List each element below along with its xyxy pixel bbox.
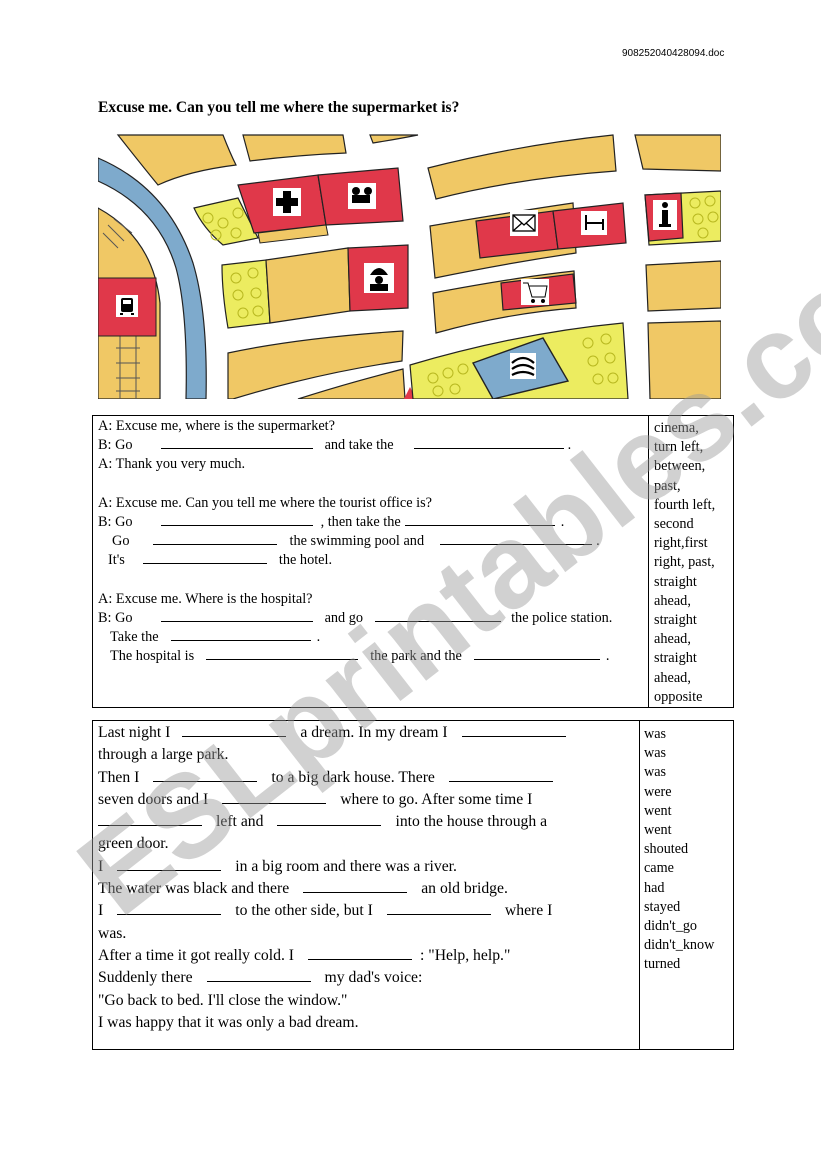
word-bank-item: straight [654,650,697,667]
word-bank-item: turned [644,956,681,973]
story-exercise-table: Last night Ia dream. In my dream I throu… [92,720,734,1050]
answer-blank[interactable] [170,628,311,642]
word-bank-item: was [644,726,667,742]
story-line: Suddenly there my dad's voice: [98,969,423,987]
word-bank-item: fourth left, [654,496,716,513]
answer-blank[interactable] [448,769,553,782]
word-bank-item: between, [654,458,706,475]
dialogue-line: The hospital is the park and the. [110,647,610,665]
story-line: Iin a big room and there was a river. [98,857,457,875]
answer-blank[interactable] [160,436,313,450]
answer-blank[interactable] [222,791,327,804]
word-bank-item: didn't_know [644,937,715,954]
answer-blank[interactable] [117,858,222,871]
dialogue-line: B: Go, then take the. [98,513,565,530]
story-line: "Go back to bed. I'll close the window." [98,991,348,1009]
story-line: The water was black and there an old brid… [98,880,508,898]
answer-blank[interactable] [160,513,313,526]
story-line: Then Ito a big dark house. There [98,767,639,789]
word-bank-item: right,first [654,535,708,552]
story-line: seven doors and Iwhere to go. After some… [98,790,533,808]
page-title: Excuse me. Can you tell me where the sup… [98,99,460,116]
story-line: After a time it got really cold. I: "Hel… [98,946,511,964]
answer-blank[interactable] [153,769,258,782]
directions-word-bank: cinema, turn left, between, past, fourth… [648,414,734,709]
word-bank-item: went [644,822,672,839]
dialogue-line: A: Excuse me. Where is the hospital? [98,590,313,607]
verb-word-bank: was was was were went went shouted came … [639,720,734,1050]
word-bank-item: turn left, [654,439,704,456]
answer-blank[interactable] [277,813,382,827]
dialogue-line: Go the swimming pool and. [112,532,600,550]
story-line: through a large park. [98,746,229,764]
story-line: Last night Ia dream. In my dream I [98,722,639,744]
word-bank-item: didn't_go [644,918,698,935]
word-bank-item: were [644,783,672,800]
answer-blank[interactable] [182,724,287,737]
word-bank-item: second [654,516,694,533]
story-line: Ito the other side, but Iwhere I [98,902,553,920]
answer-blank[interactable] [308,947,413,960]
word-bank-item: was [644,745,667,762]
word-bank-item: ahead, [654,631,691,648]
answer-blank[interactable] [440,532,593,546]
dialogue-line: A: Thank you very much. [98,456,246,473]
dialogue-line: B: Go and go the police station. [98,609,613,626]
answer-blank[interactable] [117,902,222,916]
word-bank-item: went [644,802,672,819]
dialogue-line: B: Go and take the. [98,436,572,454]
town-map [98,133,721,399]
word-bank-item: shouted [644,841,689,858]
dialogue-line: It's the hotel. [108,551,333,569]
dialogue-line: Take the. [110,628,321,646]
directions-exercise-table: A: Excuse me, where is the supermarket? … [92,414,734,709]
story-line: was. [98,924,127,942]
word-bank-item: came [644,860,674,877]
answer-blank[interactable] [153,532,278,546]
answer-blank[interactable] [413,436,564,450]
story-text-cell: Last night Ia dream. In my dream I throu… [92,720,640,1050]
directions-dialogue-cell: A: Excuse me, where is the supermarket? … [92,414,649,709]
answer-blank[interactable] [142,551,267,565]
word-bank-item: stayed [644,898,681,915]
story-line: green door. [98,835,169,853]
word-bank-item: right, past, [654,554,715,571]
answer-blank[interactable] [386,902,491,916]
dialogue-line: A: Excuse me, where is the supermarket? [98,418,336,434]
word-bank-item: opposite [654,688,703,705]
answer-blank[interactable] [404,513,555,526]
answer-blank[interactable] [98,813,202,827]
word-bank-item: had [644,879,665,896]
story-line: I was happy that it was only a bad dream… [98,1013,359,1031]
answer-blank[interactable] [375,609,502,622]
dialogue-line: A: Excuse me. Can you tell me where the … [98,494,433,511]
answer-blank[interactable] [461,724,566,737]
answer-blank[interactable] [206,647,359,661]
word-bank-item: was [644,764,667,781]
word-bank-item: straight [654,573,697,590]
document-filename: 908252040428094.doc [622,48,725,59]
word-bank-item: ahead, [654,669,691,686]
word-bank-item: straight [654,612,697,629]
answer-blank[interactable] [160,609,313,622]
word-bank-item: ahead, [654,592,691,609]
answer-blank[interactable] [206,969,311,983]
word-bank-item: past, [654,477,681,494]
word-bank-item: cinema, [654,420,699,436]
answer-blank[interactable] [473,647,600,661]
story-line: left and into the house through a [98,811,639,833]
answer-blank[interactable] [303,880,408,894]
